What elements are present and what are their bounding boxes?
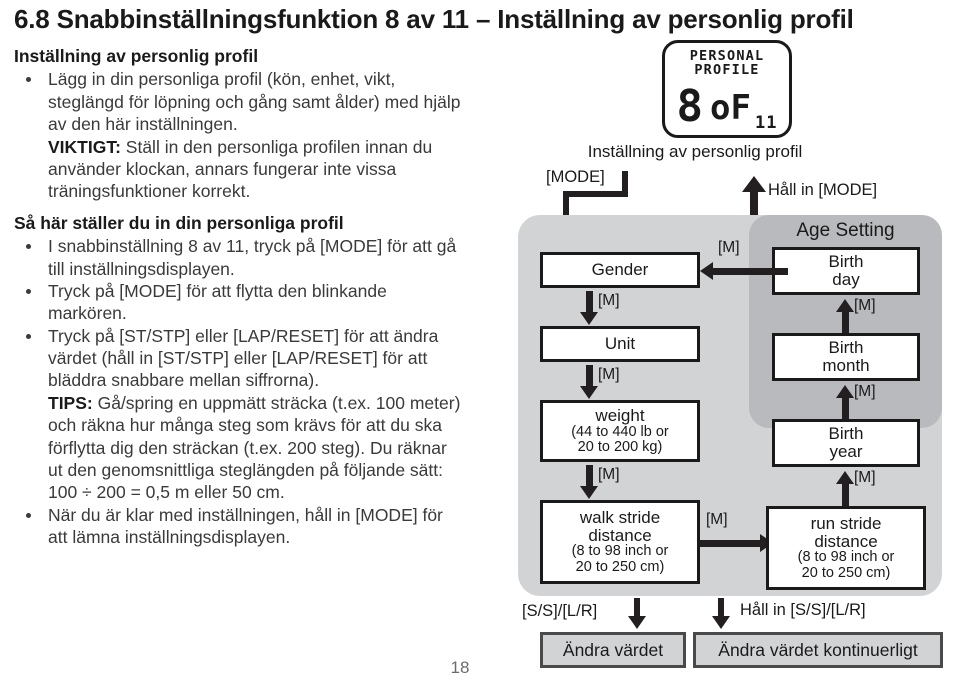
hold-mode-label: Håll in [MODE] [768,181,878,199]
list-item: Tryck på [ST/STP] eller [LAP/RESET] för … [14,325,464,504]
flow-box-birth-month-label-1: Birth [828,338,864,358]
section-heading-howto: Så här ställer du in din personliga prof… [14,212,344,233]
m-label-unit-weight: [M] [598,366,620,383]
arrow-head-down-icon [580,312,598,325]
flow-box-birth-day-label-2: day [832,270,860,289]
mode-entry-label: [MODE] [546,168,605,186]
arrow-birthmonth-to-birthday [842,311,849,335]
bullet-dot-icon [26,333,31,339]
lcd-header-text: PERSONAL PROFILE [665,49,789,78]
flow-box-weight-label: weight [595,405,645,425]
flow-box-walk-range-1: (8 to 98 inch or [571,543,669,560]
arrow-head-left-icon [700,262,713,280]
hold-ss-lr-label: Håll in [S/S]/[L/R] [740,601,866,619]
arrow-head-up-icon [836,385,854,398]
flow-box-birth-day-label-1: Birth [828,252,864,272]
lcd-value-row: 8 oF 11 [665,81,789,133]
list-item: Tryck på [MODE] för att flytta den blink… [14,280,464,325]
bullet-dot-icon [26,512,31,518]
arrow-head-up-icon [836,299,854,312]
flow-box-birth-year-label-1: Birth [828,424,864,444]
flow-diagram: PERSONAL PROFILE 8 oF 11 Inställning av pe… [500,40,960,668]
arrow-head-down-icon [580,486,598,499]
flow-box-walk-range-2: 20 to 250 cm) [575,558,665,575]
bullet-dot-icon [26,244,31,250]
lcd-line-profile: PROFILE [694,61,760,78]
lcd-step-number: 8 [676,81,705,132]
tips-label: TIPS: [48,392,93,413]
exit-arrow-head-icon [742,176,766,192]
bullet-text-step-1: I snabbinställning 8 av 11, tryck på [MO… [48,236,457,279]
diagram-caption: Inställning av personlig profil [587,142,803,161]
bullet-text-step-2: Tryck på [MODE] för att flytta den blink… [48,280,387,324]
arrow-head-down-icon [580,386,598,399]
arrow-head-up-icon [836,471,854,484]
list-item: I snabbinställning 8 av 11, tryck på [MO… [14,235,464,280]
bullet-text-tips: TIPS: Gå/spring en uppmätt sträcka (t.ex… [48,392,464,504]
bullet-dot-icon [26,289,31,294]
page-title: 6.8 Snabbinställningsfunktion 8 av 11 – … [14,4,854,34]
arrow-head-down-icon [712,616,730,629]
arrow-head-down-icon [628,616,646,629]
flow-box-birth-month-label-2: month [822,356,870,375]
age-setting-title: Age Setting [796,220,895,241]
flow-box-run-label-2: distance [814,531,878,551]
flow-box-birth-year-label-2: year [829,442,863,461]
bullet-text-profile-intro: Lägg in din personliga profil (kön, enhe… [48,69,461,135]
important-label: VIKTIGT: [48,136,121,157]
arrow-birthyear-to-birthmonth [842,397,849,421]
flow-box-gender-label: Gender [591,260,649,280]
list-item: Lägg in din personliga profil (kön, enhe… [14,68,464,202]
document-page: 6.8 Snabbinställningsfunktion 8 av 11 – … [0,0,960,682]
flow-box-gender: Gender [540,252,700,288]
bullet-text-important: VIKTIGT: Ställ in den personliga profile… [48,136,464,203]
m-label-birthday-gender: [M] [718,239,740,256]
flow-box-weight: weight (44 to 440 lb or 20 to 200 kg) [540,400,700,462]
bullet-dot-icon [26,77,31,83]
lcd-of-text: oF [710,88,751,128]
flow-box-run-range-2: 20 to 250 cm) [801,564,891,581]
m-label-run-year: [M] [854,469,876,486]
flow-box-weight-range-1: (44 to 440 lb or [571,423,669,440]
flow-box-walk-stride: walk stride distance (8 to 98 inch or 20… [540,500,700,584]
bullet-text-step-4: När du är klar med inställningen, håll i… [48,504,443,548]
legend-change-value-cont-label: Ändra värdet kontinuerligt [718,639,918,660]
section-heading-profile: Inställning av personlig profil [14,46,259,66]
page-number: 18 [450,658,470,677]
bullet-list-steps: I snabbinställning 8 av 11, tryck på [MO… [14,235,464,548]
arrow-run-to-birthyear [842,483,849,507]
legend-change-value-label: Ändra värdet [562,639,664,660]
flow-box-unit-label: Unit [604,334,636,354]
m-label-weight-walk: [M] [598,466,620,483]
flow-box-run-label-1: run stride [810,514,882,534]
legend-box-change-value: Ändra värdet [540,632,686,668]
lcd-total-steps: 11 [754,113,778,133]
bullet-text-step-3: Tryck på [ST/STP] eller [LAP/RESET] för … [48,325,439,391]
m-label-walk-run: [M] [706,511,728,528]
arrow-birthday-to-gender [713,268,788,275]
flow-box-walk-label-1: walk stride [579,508,661,528]
flow-box-birth-year: Birth year [772,419,920,467]
flow-box-birth-month: Birth month [772,333,920,381]
flow-box-weight-range-2: 20 to 200 kg) [577,438,663,455]
bullet-list-intro: Lägg in din personliga profil (kön, enhe… [14,68,464,202]
ss-lr-label: [S/S]/[L/R] [522,602,598,620]
list-item: När du är klar med inställningen, håll i… [14,504,464,549]
legend-box-change-value-continuous: Ändra värdet kontinuerligt [693,632,943,668]
lcd-display: PERSONAL PROFILE 8 oF 11 [662,40,792,138]
entry-arrow-horizontal [563,191,628,197]
m-label-year-month: [M] [854,383,876,400]
flow-box-unit: Unit [540,326,700,362]
tips-text: Gå/spring en uppmätt sträcka (t.ex. 100 … [48,392,461,503]
arrow-walk-to-run [700,540,762,547]
m-label-gender-unit: [M] [598,292,620,309]
flow-box-run-stride: run stride distance (8 to 98 inch or 20 … [766,506,926,590]
flow-box-birth-day: Birth day [772,247,920,295]
flow-box-run-range-1: (8 to 98 inch or [797,549,895,566]
m-label-month-day: [M] [854,297,876,314]
instructions-column: Inställning av personlig profil Lägg in … [14,45,464,549]
flow-box-walk-label-2: distance [588,525,652,545]
